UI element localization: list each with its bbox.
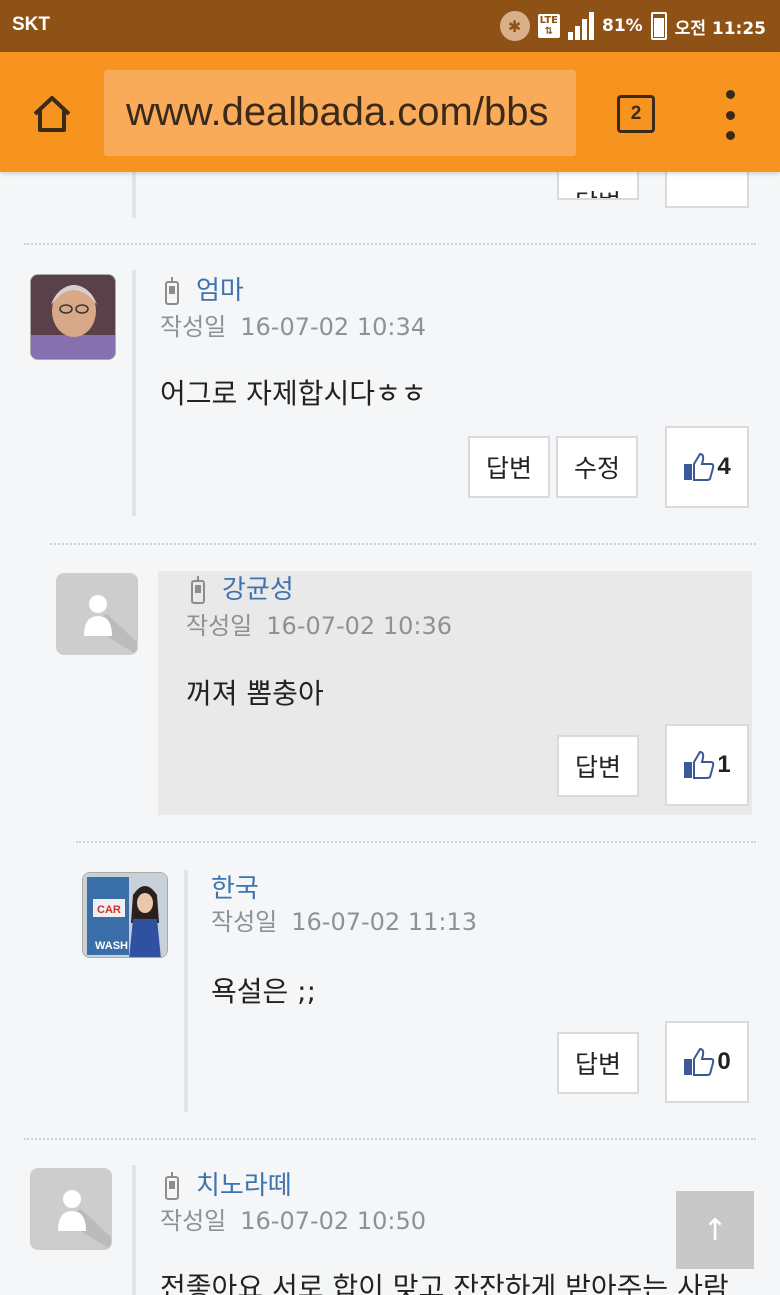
reply-button[interactable]: 답변: [468, 436, 550, 498]
comment-meta: 작성일 16-07-02 10:36: [186, 606, 452, 641]
reply-button[interactable]: 답변: [557, 1032, 639, 1094]
thumbs-up-icon: [684, 750, 715, 779]
avatar: [30, 274, 116, 360]
comment-date: 16-07-02 10:50: [240, 1207, 426, 1235]
like-count: 4: [717, 453, 731, 480]
url-field[interactable]: www.dealbada.com/bbs: [104, 70, 576, 156]
comment-author[interactable]: 엄마: [196, 270, 244, 307]
scroll-top-button[interactable]: ↑: [676, 1191, 754, 1269]
avatar: CAR WASH: [82, 872, 168, 958]
edit-label: 수정: [573, 454, 620, 483]
comment-meta: 작성일 16-07-02 10:34: [160, 307, 426, 342]
tab-switcher-button[interactable]: 2: [617, 95, 655, 133]
comment-text: 어그로 자제합시다ㅎㅎ: [160, 377, 427, 410]
edit-button[interactable]: 수정: [556, 436, 638, 498]
default-avatar: [56, 573, 138, 655]
status-icons: ✱ LTE ⇅ 81% 오전 11:25: [499, 8, 766, 44]
home-button[interactable]: [26, 88, 78, 140]
default-avatar: [30, 1168, 112, 1250]
svg-text:CAR: CAR: [97, 904, 121, 916]
url-text: www.dealbada.com/bbs: [126, 90, 549, 134]
comment-author[interactable]: 치노라떼: [196, 1165, 292, 1202]
date-label: 작성일: [160, 1207, 227, 1235]
bluetooth-icon: ✱: [499, 11, 530, 41]
like-count: 0: [717, 1048, 731, 1075]
thumbs-up-icon: [684, 1047, 715, 1076]
comment-date: 16-07-02 11:13: [291, 908, 477, 936]
reply-button[interactable]: 답변: [557, 735, 639, 797]
mobile-icon: [191, 576, 205, 604]
svg-text:WASH: WASH: [95, 940, 128, 952]
like-button[interactable]: 4: [665, 426, 749, 508]
like-count: 1: [717, 751, 731, 778]
reply-label: 답변: [485, 454, 532, 483]
like-button[interactable]: 1: [665, 724, 749, 806]
mobile-icon: [165, 1172, 179, 1200]
comment-author[interactable]: 강균성: [222, 569, 294, 606]
carrier-name: SKT: [12, 14, 50, 35]
comment-meta: 작성일 16-07-02 11:13: [211, 902, 477, 937]
comment-separator: [50, 543, 756, 545]
thread-line: [184, 870, 188, 1112]
status-bar: SKT ✱ LTE ⇅ 81% 오전 11:25: [0, 0, 780, 52]
clock: 오전 11:25: [674, 18, 766, 39]
comment-separator: [24, 243, 756, 245]
thumbs-up-icon: [684, 452, 715, 481]
thread-line: [132, 172, 136, 218]
thread-line: [132, 270, 136, 516]
comment-date: 16-07-02 10:34: [240, 313, 426, 341]
comment-text: 전좋아요 서로 합이 맞고 잔잔하게 받아주는 사람: [160, 1271, 729, 1295]
date-label: 작성일: [211, 908, 278, 936]
comment-date: 16-07-02 10:36: [266, 612, 452, 640]
like-button[interactable]: 0: [665, 1021, 749, 1103]
overflow-menu-button[interactable]: [718, 90, 742, 140]
battery-percent: 81%: [601, 16, 643, 36]
browser-page: SKT ✱ LTE ⇅ 81% 오전 11:25 www.dealbada.com…: [0, 0, 780, 1295]
reply-label: 답변: [574, 1050, 621, 1079]
comment-separator: [24, 1138, 756, 1140]
comment-text: 꺼져 뽐충아: [186, 677, 324, 710]
address-bar: www.dealbada.com/bbs 2: [0, 52, 780, 172]
comment-meta: 작성일 16-07-02 10:50: [160, 1201, 426, 1236]
date-label: 작성일: [186, 612, 253, 640]
battery-icon: [650, 12, 667, 40]
signal-icon: [567, 12, 594, 40]
network-type: LTE: [539, 15, 558, 26]
reply-label: 답변: [575, 184, 621, 198]
comment-separator: [76, 841, 756, 843]
date-label: 작성일: [160, 313, 227, 341]
comment-text: 욕설은 ;;: [211, 975, 317, 1008]
lte-icon: LTE ⇅: [537, 14, 560, 38]
home-icon: [33, 96, 71, 132]
reply-label: 답변: [574, 753, 621, 782]
comment-author[interactable]: 한국: [211, 868, 259, 905]
mobile-icon: [165, 277, 179, 305]
thread-line: [132, 1165, 136, 1295]
